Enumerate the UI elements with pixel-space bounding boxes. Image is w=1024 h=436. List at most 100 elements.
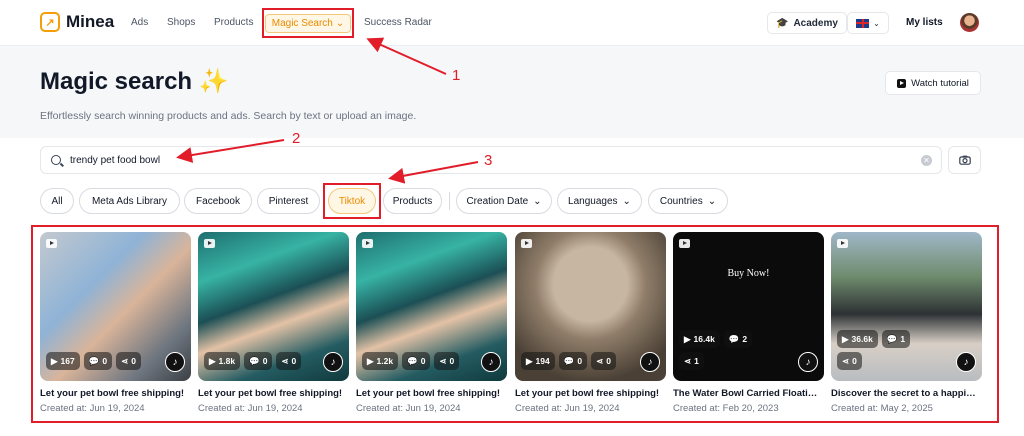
share-icon: ⋖ (121, 355, 129, 366)
filter-creation-date-label: Creation Date (466, 195, 529, 207)
video-thumbnail[interactable]: Buy Now! ▶ 16.4k 💬 2 ⋖ 1 ♪ (673, 232, 824, 381)
result-card[interactable]: Buy Now! ▶ 16.4k 💬 2 ⋖ 1 ♪ The Water Bowl C… (673, 232, 824, 414)
stats-row: ▶ 194 💬 0 ⋖ 0 (521, 352, 616, 370)
card-date: Created at: Jun 19, 2024 (40, 403, 145, 414)
filter-products-label: Products (392, 195, 433, 207)
views-count: 16.4k (693, 334, 715, 344)
card-date: Created at: Feb 20, 2023 (673, 403, 779, 414)
result-card[interactable]: ▶ 1.8k 💬 0 ⋖ 0 ♪ Let your pet bowl free shi… (198, 232, 349, 414)
filter-pinterest[interactable]: Pinterest (257, 188, 320, 214)
card-title[interactable]: The Water Bowl Carried Floati… (673, 388, 824, 399)
comments-count: 0 (420, 356, 426, 366)
filter-creation-date[interactable]: Creation Date ⌄ (456, 188, 552, 214)
views-stat: ▶ 167 (46, 352, 80, 370)
shares-stat: ⋖ 0 (434, 352, 460, 370)
shares-stat: ⋖ 0 (276, 352, 302, 370)
graduation-cap-icon: 🎓 (776, 17, 789, 29)
shares-count: 0 (131, 356, 136, 366)
search-input[interactable]: trendy pet food bowl (70, 155, 160, 166)
comments-stat: 💬 1 (881, 330, 911, 348)
academy-button[interactable]: 🎓 Academy (767, 12, 847, 34)
clear-icon[interactable]: ✕ (921, 155, 932, 166)
video-thumbnail[interactable]: ▶ 167 💬 0 ⋖ 0 ♪ (40, 232, 191, 381)
filter-meta-label: Meta Ads Library (91, 195, 168, 207)
brand-logo[interactable]: ↗ Minea (40, 12, 114, 32)
video-thumbnail[interactable]: ▶ 1.8k 💬 0 ⋖ 0 ♪ (198, 232, 349, 381)
comments-count: 1 (900, 334, 906, 344)
nav-success-radar[interactable]: Success Radar (364, 17, 432, 28)
filter-all[interactable]: All (40, 188, 74, 214)
annotation-number-2: 2 (292, 130, 301, 147)
comment-icon: 💬 (728, 333, 740, 344)
video-overlay-text: Buy Now! (727, 268, 770, 279)
card-date: Created at: May 2, 2025 (831, 403, 933, 414)
card-title[interactable]: Let your pet bowl free shipping! (515, 388, 666, 399)
page-title-text: Magic search (40, 68, 193, 95)
annotation-number-3: 3 (484, 152, 493, 169)
tiktok-icon: ♪ (956, 352, 976, 372)
shares-count: 1 (694, 356, 699, 366)
views-stat: ▶ 1.8k (204, 352, 241, 370)
video-thumbnail[interactable]: ▶ 1.2k 💬 0 ⋖ 0 ♪ (356, 232, 507, 381)
views-stat: ▶ 16.4k (679, 330, 720, 348)
shares-stat: ⋖ 1 (679, 352, 704, 370)
card-title[interactable]: Discover the secret to a happi… (831, 388, 982, 399)
sparkles-icon: ✨ (198, 68, 229, 95)
video-icon (679, 239, 690, 248)
comment-icon: 💬 (88, 355, 100, 366)
chevron-down-icon: ⌄ (533, 195, 542, 207)
filter-all-label: All (51, 195, 63, 207)
filter-pinterest-label: Pinterest (268, 195, 309, 207)
result-card[interactable]: ▶ 36.6k 💬 1 ⋖ 0 ♪ Discover the secret to a … (831, 232, 982, 414)
brand-name: Minea (66, 12, 115, 31)
video-thumbnail[interactable]: ▶ 194 💬 0 ⋖ 0 ♪ (515, 232, 666, 381)
comment-icon: 💬 (886, 333, 898, 344)
video-icon (521, 239, 532, 248)
shares-count: 0 (291, 356, 297, 366)
chevron-down-icon: ⌄ (622, 195, 631, 207)
shares-count: 0 (852, 356, 857, 366)
nav-magic-search[interactable]: Magic Search ⌄ (264, 13, 352, 33)
card-date: Created at: Jun 19, 2024 (356, 403, 461, 414)
comments-count: 2 (742, 334, 748, 344)
share-icon: ⋖ (684, 355, 692, 366)
academy-label: Academy (793, 17, 838, 29)
play-icon: ▶ (684, 333, 691, 344)
card-title[interactable]: Let your pet bowl free shipping! (356, 388, 507, 399)
nav-products[interactable]: Products (214, 17, 253, 28)
result-card[interactable]: ▶ 194 💬 0 ⋖ 0 ♪ Let your pet bowl free ship… (515, 232, 666, 414)
filter-tiktok[interactable]: Tiktok (328, 188, 376, 214)
chevron-down-icon: ⌄ (707, 195, 717, 207)
image-upload-button[interactable] (948, 146, 981, 174)
filter-facebook-label: Facebook (196, 195, 240, 207)
filter-facebook[interactable]: Facebook (184, 188, 252, 214)
share-icon: ⋖ (842, 355, 850, 366)
filter-languages[interactable]: Languages ⌄ (557, 188, 642, 214)
filter-meta-ads-library[interactable]: Meta Ads Library (79, 188, 180, 214)
stats-row: ▶ 167 💬 0 ⋖ 0 (46, 352, 141, 370)
stats-row: ▶ 36.6k 💬 1 ⋖ 0 (837, 326, 911, 370)
filter-countries[interactable]: Countries ⌄ (648, 188, 728, 214)
video-thumbnail[interactable]: ▶ 36.6k 💬 1 ⋖ 0 ♪ (831, 232, 982, 381)
tiktok-icon: ♪ (323, 352, 343, 372)
top-navbar: ↗ Minea Ads Shops Products Magic Search … (0, 0, 1024, 46)
my-lists-link[interactable]: My lists (906, 17, 943, 28)
comment-icon: 💬 (563, 355, 575, 366)
comment-icon: 💬 (407, 355, 418, 366)
language-selector[interactable]: ⌄ (847, 12, 889, 34)
views-stat: ▶ 194 (521, 352, 555, 370)
watch-tutorial-button[interactable]: Watch tutorial (885, 71, 981, 95)
nav-ads[interactable]: Ads (131, 17, 148, 28)
nav-shops[interactable]: Shops (167, 17, 195, 28)
result-card[interactable]: ▶ 167 💬 0 ⋖ 0 ♪ Let your pet bowl free ship… (40, 232, 191, 414)
shares-stat: ⋖ 0 (591, 352, 616, 370)
comments-stat: 💬 2 (723, 330, 753, 348)
card-title[interactable]: Let your pet bowl free shipping! (40, 388, 191, 399)
result-card[interactable]: ▶ 1.2k 💬 0 ⋖ 0 ♪ Let your pet bowl free shi… (356, 232, 507, 414)
play-icon: ▶ (842, 333, 849, 344)
filter-products[interactable]: Products (383, 188, 442, 214)
avatar[interactable] (960, 13, 979, 32)
card-title[interactable]: Let your pet bowl free shipping! (198, 388, 349, 399)
uk-flag-icon (856, 18, 870, 28)
comments-count: 0 (577, 356, 583, 366)
